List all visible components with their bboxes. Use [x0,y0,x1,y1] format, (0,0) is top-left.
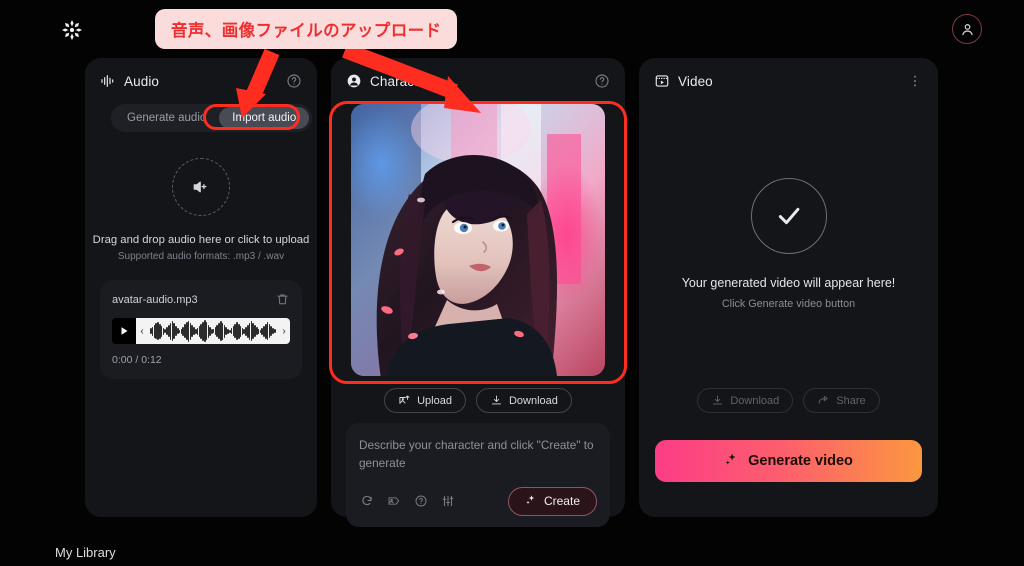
video-placeholder-primary: Your generated video will appear here! [681,276,896,290]
audio-panel-header: Audio [85,58,317,104]
avatar[interactable] [952,14,982,44]
dropzone-secondary-text: Supported audio formats: .mp3 / .wav [117,251,285,262]
waveform[interactable] [148,318,278,344]
audio-panel-title: Audio [124,73,160,89]
character-panel-title: Character [370,73,431,89]
video-share-label: Share [836,394,866,407]
person-circle-icon [345,73,362,90]
generate-video-button[interactable]: Generate video [655,440,922,482]
trim-handle-left[interactable]: ‹ [136,318,148,344]
create-button-label: Create [543,494,580,509]
sparkles-icon [525,494,537,509]
highlight-import-audio [203,104,300,130]
trim-handle-right[interactable]: › [278,318,290,344]
generate-video-label: Generate video [748,453,853,469]
video-download-button[interactable]: Download [697,388,794,413]
top-bar [0,0,1024,58]
audio-file-name: avatar-audio.mp3 [112,293,198,306]
image-upload-icon [398,394,411,407]
help-circle-icon[interactable] [285,72,303,90]
audio-time: 0:00 / 0:12 [112,354,162,366]
character-prompt-box[interactable]: Describe your character and click "Creat… [346,423,610,527]
annotation-callout: 音声、画像ファイルのアップロード [155,9,458,49]
video-download-label: Download [730,394,780,407]
upload-button[interactable]: Upload [384,388,466,413]
video-panel-header: Video [639,58,938,104]
help-circle-icon[interactable] [593,72,611,90]
help-circle-icon[interactable] [413,494,428,509]
download-button[interactable]: Download [475,388,572,413]
create-button[interactable]: Create [507,486,597,516]
character-actions: Upload Download [331,388,625,413]
highlight-character-image [329,101,627,384]
speaker-plus-icon [172,158,230,216]
video-share-button[interactable]: Share [803,388,880,413]
sliders-icon[interactable] [440,494,455,509]
snowflake-logo[interactable] [59,17,85,43]
video-panel-title: Video [678,73,713,89]
video-actions: Download Share [639,388,938,413]
video-placeholder-secondary: Click Generate video button [721,298,856,310]
refresh-icon[interactable] [359,494,374,509]
download-icon [711,394,724,407]
dropzone-primary-text: Drag and drop audio here or click to upl… [92,234,310,246]
character-panel-header: Character [331,58,625,104]
download-icon [490,394,503,407]
prompt-toolbar: Create [359,486,597,516]
audio-waveform-bar[interactable]: ‹ › [112,318,290,344]
app-root: Audio Generate audio Import audio Drag a… [0,0,1024,566]
audio-player: avatar-audio.mp3 ‹ › 0:00 / 0:12 [100,280,302,379]
upload-button-label: Upload [417,394,452,407]
my-library-link[interactable]: My Library [55,545,116,560]
trash-icon[interactable] [275,292,290,307]
sparkles-icon [724,452,739,471]
audio-file-row: avatar-audio.mp3 [112,292,290,307]
audio-dropzone[interactable]: Drag and drop audio here or click to upl… [85,158,317,262]
share-icon [817,394,830,407]
audio-waveform-icon [99,73,116,90]
download-button-label: Download [508,394,558,407]
video-placeholder: Your generated video will appear here! C… [639,178,938,310]
video-frame-icon [653,73,670,90]
play-icon[interactable] [112,318,136,344]
prompt-placeholder: Describe your character and click "Creat… [359,438,594,471]
video-panel: Video Your generated video will appear h… [639,58,938,517]
image-tag-icon[interactable] [386,494,401,509]
check-circle-icon [750,178,827,254]
more-vertical-icon[interactable] [906,72,924,90]
